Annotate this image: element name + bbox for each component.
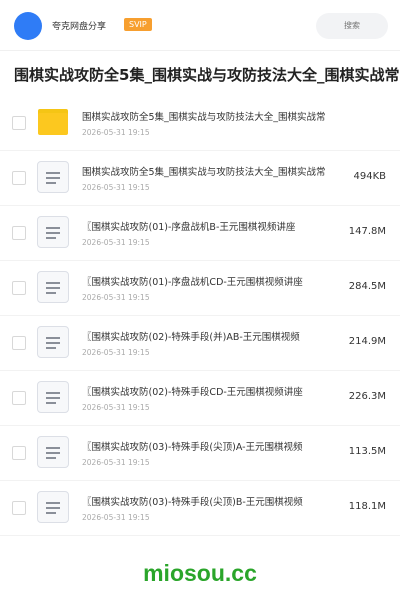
file-size: 284.5M <box>348 281 386 292</box>
file-name: 围棋实战攻防全5集_围棋实战与攻防技法大全_围棋实战常 <box>82 112 326 123</box>
file-size: 494KB <box>353 171 386 182</box>
document-icon <box>37 326 69 358</box>
app-name: 夸克网盘分享 <box>52 22 107 32</box>
file-date: 2026-05-31 19:15 <box>82 293 150 302</box>
select-checkbox[interactable] <box>12 336 26 350</box>
select-checkbox[interactable] <box>12 226 26 240</box>
file-name: 〖围棋实战攻防(02)-特殊手段(并)AB-王元围棋视频 <box>82 332 300 343</box>
document-icon <box>37 161 69 193</box>
file-size: 118.1M <box>348 501 386 512</box>
file-date: 2026-05-31 19:15 <box>82 238 150 247</box>
file-size: 214.9M <box>348 336 386 347</box>
file-date: 2026-05-31 19:15 <box>82 183 150 192</box>
select-checkbox[interactable] <box>12 501 26 515</box>
file-size: 226.3M <box>348 391 386 402</box>
list-item[interactable]: 〖围棋实战攻防(03)-特殊手段(尖顶)B-王元围棋视频 2026-05-31 … <box>0 481 400 536</box>
search-input[interactable] <box>316 13 388 39</box>
list-item[interactable]: 围棋实战攻防全5集_围棋实战与攻防技法大全_围棋实战常 2026-05-31 1… <box>0 151 400 206</box>
file-name: 〖围棋实战攻防(01)-序盘战机B-王元围棋视频讲座 <box>82 222 296 233</box>
page-title: 围棋实战攻防全5集_围棋实战与攻防技法大全_围棋实战常 <box>14 66 400 84</box>
document-icon <box>37 271 69 303</box>
select-checkbox[interactable] <box>12 391 26 405</box>
document-icon <box>37 436 69 468</box>
file-name: 〖围棋实战攻防(03)-特殊手段(尖顶)A-王元围棋视频 <box>82 442 303 453</box>
select-checkbox[interactable] <box>12 446 26 460</box>
svip-badge: SVIP <box>124 18 152 31</box>
header-bar: 夸克网盘分享 SVIP <box>0 0 400 51</box>
file-date: 2026-05-31 19:15 <box>82 458 150 467</box>
list-item[interactable]: 〖围棋实战攻防(01)-序盘战机CD-王元围棋视频讲座 2026-05-31 1… <box>0 261 400 316</box>
list-item[interactable]: 〖围棋实战攻防(02)-特殊手段CD-王元围棋视频讲座 2026-05-31 1… <box>0 371 400 426</box>
file-size: 113.5M <box>348 446 386 457</box>
select-checkbox[interactable] <box>12 171 26 185</box>
select-checkbox[interactable] <box>12 116 26 130</box>
document-icon <box>37 491 69 523</box>
file-date: 2026-05-31 19:15 <box>82 513 150 522</box>
document-icon <box>37 381 69 413</box>
list-item[interactable]: 〖围棋实战攻防(03)-特殊手段(尖顶)A-王元围棋视频 2026-05-31 … <box>0 426 400 481</box>
file-size: 147.8M <box>348 226 386 237</box>
avatar[interactable] <box>14 12 42 40</box>
watermark: miosou.cc <box>143 560 257 586</box>
file-name: 〖围棋实战攻防(01)-序盘战机CD-王元围棋视频讲座 <box>82 277 303 288</box>
file-date: 2026-05-31 19:15 <box>82 128 150 137</box>
folder-icon <box>38 109 68 135</box>
list-item[interactable]: 〖围棋实战攻防(01)-序盘战机B-王元围棋视频讲座 2026-05-31 19… <box>0 206 400 261</box>
document-icon <box>37 216 69 248</box>
list-item[interactable]: 〖围棋实战攻防(02)-特殊手段(并)AB-王元围棋视频 2026-05-31 … <box>0 316 400 371</box>
file-name: 〖围棋实战攻防(02)-特殊手段CD-王元围棋视频讲座 <box>82 387 303 398</box>
file-list: 围棋实战攻防全5集_围棋实战与攻防技法大全_围棋实战常 2026-05-31 1… <box>0 96 400 536</box>
file-name: 〖围棋实战攻防(03)-特殊手段(尖顶)B-王元围棋视频 <box>82 497 303 508</box>
file-name: 围棋实战攻防全5集_围棋实战与攻防技法大全_围棋实战常 <box>82 167 326 178</box>
file-date: 2026-05-31 19:15 <box>82 403 150 412</box>
list-item[interactable]: 围棋实战攻防全5集_围棋实战与攻防技法大全_围棋实战常 2026-05-31 1… <box>0 96 400 151</box>
file-date: 2026-05-31 19:15 <box>82 348 150 357</box>
select-checkbox[interactable] <box>12 281 26 295</box>
